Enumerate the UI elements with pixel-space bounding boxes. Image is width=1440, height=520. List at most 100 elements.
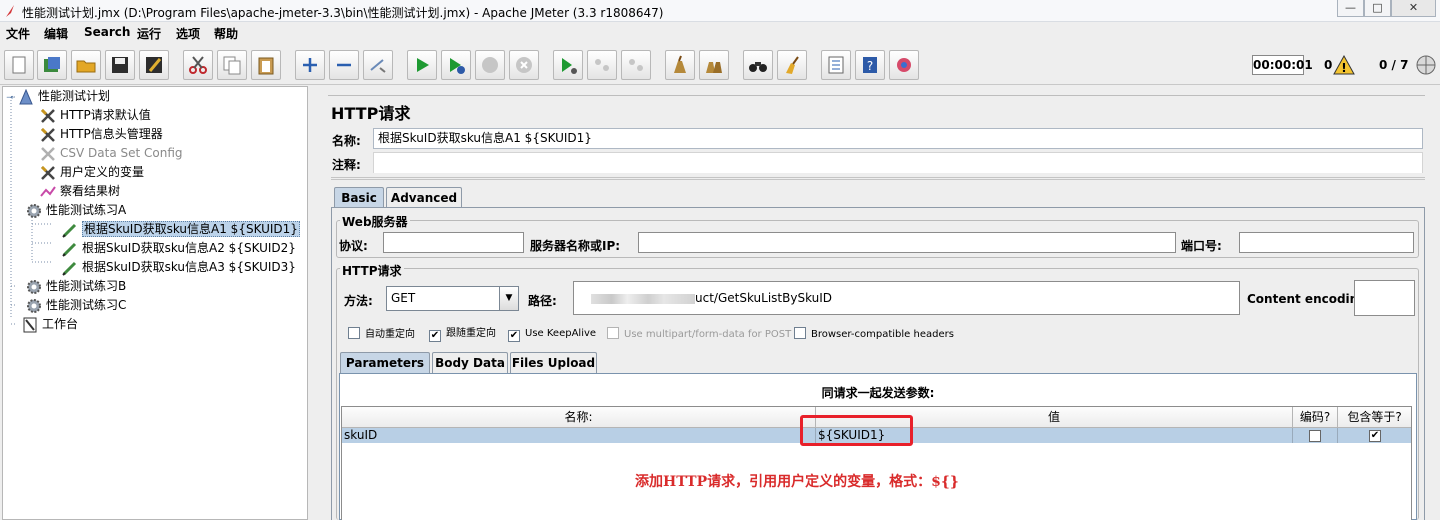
start-button[interactable]: [407, 50, 437, 80]
clear-all-button[interactable]: [699, 50, 729, 80]
tree-node-label: 性能测试练习C: [46, 298, 127, 312]
redacted-host: [591, 293, 695, 304]
workbench-icon: [23, 317, 37, 332]
test-plan-tree: ⊸ 性能测试计划 HTTP请求默认值 HTTP信息头管理器 CSV Data Se…: [2, 86, 308, 520]
paste-clipboard-icon: [258, 57, 274, 75]
checkbox-box[interactable]: [348, 327, 360, 339]
remote-stop-button[interactable]: [587, 50, 617, 80]
tree-node-csv-config[interactable]: CSV Data Set Config: [39, 144, 183, 163]
tree-node-workbench[interactable]: 工作台: [21, 315, 78, 334]
col-header-encode[interactable]: 编码?: [1293, 407, 1338, 428]
param-name-cell[interactable]: skuID: [342, 428, 816, 443]
tree-node-header-manager[interactable]: HTTP信息头管理器: [39, 125, 163, 144]
tab-basic[interactable]: Basic: [334, 187, 384, 208]
checkmark-icon[interactable]: ✔: [429, 330, 441, 342]
expand-all-button[interactable]: [295, 50, 325, 80]
svg-text:!: !: [1341, 61, 1346, 75]
tab-parameters[interactable]: Parameters: [340, 352, 430, 373]
tree-node-test-plan[interactable]: ⊸ 性能测试计划: [3, 87, 110, 106]
config-element-icon: [40, 165, 55, 180]
save-as-button[interactable]: [139, 50, 169, 80]
stop-button[interactable]: [475, 50, 505, 80]
open-button[interactable]: [71, 50, 101, 80]
warning-icon[interactable]: !: [1333, 55, 1355, 75]
col-header-include-equals[interactable]: 包含等于?: [1338, 407, 1411, 428]
pane-splitter[interactable]: [309, 86, 321, 520]
tab-advanced[interactable]: Advanced: [386, 187, 462, 208]
logger-button[interactable]: [889, 50, 919, 80]
checkbox-box[interactable]: [794, 327, 806, 339]
comment-input[interactable]: [373, 152, 1423, 173]
minimize-button[interactable]: —: [1337, 0, 1364, 17]
tree-node-label: 用户定义的变量: [60, 165, 145, 179]
paste-button[interactable]: [251, 50, 281, 80]
checkbox-box: [607, 327, 619, 339]
tab-body-data[interactable]: Body Data: [432, 352, 508, 373]
col-header-name[interactable]: 名称:: [342, 407, 816, 428]
tree-node-http-defaults[interactable]: HTTP请求默认值: [39, 106, 151, 125]
close-button[interactable]: ✕: [1391, 0, 1436, 17]
comment-label: 注释:: [332, 158, 361, 172]
config-element-icon: [40, 127, 55, 142]
copy-button[interactable]: [217, 50, 247, 80]
port-input[interactable]: [1239, 232, 1414, 253]
remote-shutdown-button[interactable]: [621, 50, 651, 80]
follow-redirect-checkbox[interactable]: ✔ 跟随重定向: [429, 327, 496, 342]
encode-checkbox[interactable]: [1309, 430, 1321, 442]
tree-node-sampler-a1[interactable]: 根据SkuID获取sku信息A1 ${SKUID1}: [61, 220, 300, 239]
maximize-button[interactable]: □: [1364, 0, 1391, 17]
menu-file[interactable]: 文件: [6, 25, 30, 42]
collapse-all-button[interactable]: [329, 50, 359, 80]
expanded-handle-icon[interactable]: ⊸: [3, 89, 17, 108]
reset-search-button[interactable]: [777, 50, 807, 80]
shutdown-icon: [516, 57, 532, 73]
start-no-pause-button[interactable]: [441, 50, 471, 80]
listener-icon: [40, 185, 56, 197]
save-button[interactable]: [105, 50, 135, 80]
tree-node-results-tree[interactable]: 察看结果树: [39, 182, 120, 201]
menu-options[interactable]: 选项: [176, 25, 200, 42]
function-helper-button[interactable]: [821, 50, 851, 80]
keepalive-checkbox[interactable]: ✔ Use KeepAlive: [508, 327, 597, 342]
stop-icon: [482, 57, 498, 73]
tree-node-user-variables[interactable]: 用户定义的变量: [39, 163, 144, 182]
menu-run[interactable]: 运行: [137, 25, 161, 42]
toggle-button[interactable]: [363, 50, 393, 80]
tree-node-thread-group-b[interactable]: 性能测试练习B: [25, 277, 126, 296]
thread-group-icon: [27, 203, 41, 218]
save-as-icon: [146, 57, 162, 73]
tree-node-sampler-a2[interactable]: 根据SkuID获取sku信息A2 ${SKUID2}: [61, 239, 296, 258]
tree-node-thread-group-a[interactable]: 性能测试练习A: [25, 201, 126, 220]
tree-node-sampler-a3[interactable]: 根据SkuID获取sku信息A3 ${SKUID3}: [61, 258, 296, 277]
divider: [328, 95, 1425, 96]
menu-help[interactable]: 帮助: [214, 25, 238, 42]
checkbox-label: Use KeepAlive: [525, 328, 597, 339]
name-input[interactable]: 根据SkuID获取sku信息A1 ${SKUID1}: [373, 128, 1423, 149]
shutdown-button[interactable]: [509, 50, 539, 80]
menu-search[interactable]: Search: [84, 25, 130, 39]
clear-button[interactable]: [665, 50, 695, 80]
path-input[interactable]: uct/GetSkuListBySkuID: [573, 281, 1240, 315]
content-encoding-input[interactable]: [1354, 280, 1415, 316]
help-book-icon: ?: [863, 57, 877, 73]
toggle-wand-icon: [370, 59, 386, 73]
scissors-icon: [189, 56, 207, 74]
server-input[interactable]: [638, 232, 1176, 253]
auto-redirect-checkbox[interactable]: 自动重定向: [348, 327, 415, 341]
new-button[interactable]: [4, 50, 34, 80]
chevron-down-icon[interactable]: ▼: [499, 287, 518, 310]
tree-node-label: 察看结果树: [60, 184, 121, 198]
browser-headers-checkbox[interactable]: Browser-compatible headers: [794, 327, 954, 341]
menu-edit[interactable]: 编辑: [44, 25, 68, 42]
search-button[interactable]: [743, 50, 773, 80]
remote-start-button[interactable]: [553, 50, 583, 80]
cut-button[interactable]: [183, 50, 213, 80]
checkmark-icon[interactable]: ✔: [1369, 430, 1381, 442]
checkmark-icon[interactable]: ✔: [508, 330, 520, 342]
tab-files-upload[interactable]: Files Upload: [510, 352, 597, 373]
help-button[interactable]: ?: [855, 50, 885, 80]
templates-button[interactable]: [37, 50, 67, 80]
protocol-input[interactable]: [383, 232, 524, 253]
section-splitter[interactable]: [331, 177, 1425, 180]
tree-node-thread-group-c[interactable]: 性能测试练习C: [25, 296, 126, 315]
